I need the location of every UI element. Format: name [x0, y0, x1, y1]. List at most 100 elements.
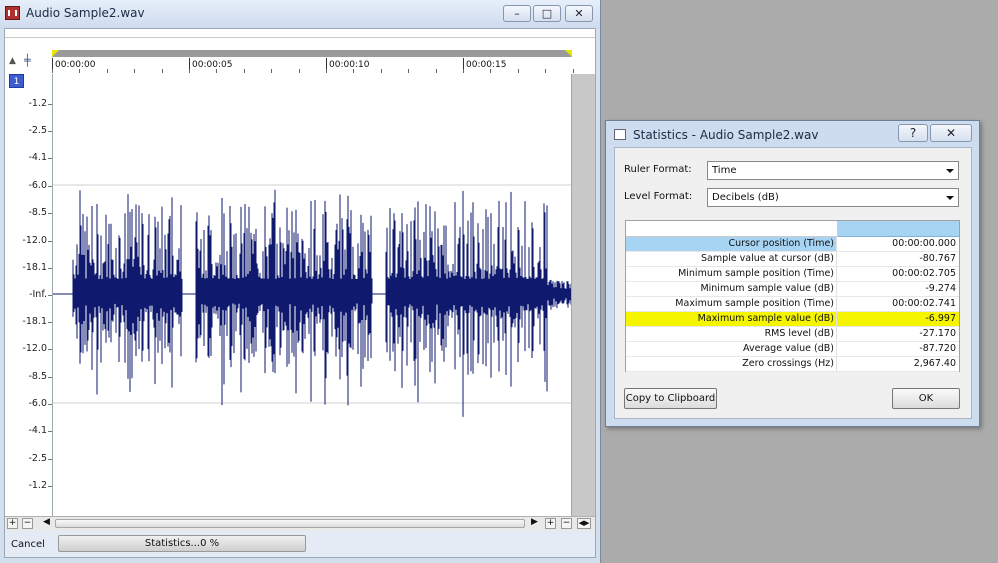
fit-button[interactable]: ◀▶ — [577, 518, 591, 529]
table-row[interactable]: Cursor position (Time) 00:00:00.000 — [626, 237, 959, 252]
level-label: -12.0 — [22, 235, 47, 246]
loop-start-marker[interactable] — [52, 50, 59, 57]
level-label: -4.1 — [28, 152, 47, 163]
level-label: -8.5 — [28, 207, 47, 218]
ruler-format-select[interactable]: Time — [707, 161, 959, 180]
level-label: -1.2 — [28, 480, 47, 491]
table-row[interactable]: Maximum sample value (dB) -6.997 — [626, 312, 959, 327]
close-button[interactable]: ✕ — [565, 5, 593, 22]
ruler-minor-tick — [298, 69, 300, 73]
level-label: -12.0 — [22, 343, 47, 354]
ruler-minor-tick — [408, 69, 410, 73]
statistics-progress-bar: Statistics...0 % — [58, 535, 306, 552]
ruler-tick-label: 00:00:15 — [463, 58, 506, 72]
level-label: -2.5 — [28, 453, 47, 464]
help-button[interactable]: ? — [898, 124, 928, 142]
level-label: -Inf. — [29, 289, 47, 300]
vertical-zoom-in-button[interactable]: + — [545, 518, 556, 529]
ruler-tick-label: 00:00:00 — [52, 58, 95, 72]
channel-number-badge[interactable]: 1 — [9, 74, 24, 88]
stat-label: Maximum sample position (Time) — [626, 297, 837, 311]
stat-label: Minimum sample position (Time) — [626, 267, 837, 281]
level-format-select[interactable]: Decibels (dB) — [707, 188, 959, 207]
column-header-statistic[interactable] — [626, 221, 838, 237]
stat-value: 2,967.40 — [913, 358, 956, 369]
table-row[interactable]: Zero crossings (Hz) 2,967.40 — [626, 357, 959, 372]
time-ruler[interactable]: 00:00:00 00:00:05 00:00:10 00:00:15 — [52, 58, 574, 73]
level-label: -1.2 — [28, 98, 47, 109]
table-row[interactable]: Average value (dB) -87.720 — [626, 342, 959, 357]
audio-file-icon — [5, 6, 20, 20]
lock-icon[interactable]: ▲ — [9, 56, 16, 66]
maximize-button[interactable]: □ — [533, 5, 561, 22]
level-format-label: Level Format: — [624, 191, 693, 202]
ruler-minor-tick — [79, 69, 81, 73]
ruler-tick-label: 00:00:10 — [326, 58, 369, 72]
ruler-minor-tick — [271, 69, 273, 73]
minimize-button[interactable]: – — [503, 5, 531, 22]
table-header — [626, 221, 959, 237]
stat-label: Minimum sample value (dB) — [626, 282, 837, 296]
time-selection-band[interactable] — [5, 29, 595, 49]
copy-to-clipboard-button[interactable]: Copy to Clipboard — [624, 388, 717, 409]
vertical-scroll-area[interactable] — [572, 74, 595, 516]
waveform-panel: ▲ ╪ 00:00:00 00:00:05 00:00:10 00:00:15 … — [4, 28, 596, 558]
zoom-out-button[interactable]: − — [22, 518, 33, 529]
stat-value: 00:00:02.705 — [892, 268, 956, 279]
ruler-minor-tick — [216, 69, 218, 73]
table-row[interactable]: Sample value at cursor (dB) -80.767 — [626, 252, 959, 267]
ruler-minor-tick — [189, 69, 190, 73]
scroll-right-arrow[interactable]: ▶ — [529, 518, 540, 529]
zoom-in-button[interactable]: + — [7, 518, 18, 529]
stat-label: RMS level (dB) — [626, 327, 837, 341]
table-row[interactable]: Maximum sample position (Time) 00:00:02.… — [626, 297, 959, 312]
stat-value: 00:00:00.000 — [892, 238, 956, 249]
ruler-minor-tick — [243, 69, 245, 73]
audio-file-window: Audio Sample2.wav – □ ✕ ▲ ╪ 00:00:00 00:… — [0, 0, 601, 563]
stat-value: 00:00:02.741 — [892, 298, 956, 309]
statistics-table: Cursor position (Time) 00:00:00.000 Samp… — [625, 220, 960, 372]
loop-end-marker[interactable] — [565, 50, 572, 57]
stat-label: Sample value at cursor (dB) — [626, 252, 837, 266]
ruler-format-value: Time — [712, 165, 737, 176]
ruler-minor-tick — [572, 69, 574, 73]
ok-button[interactable]: OK — [892, 388, 960, 409]
ruler-minor-tick — [490, 69, 492, 73]
cancel-button[interactable]: Cancel — [11, 539, 45, 550]
level-label: -18.1 — [22, 262, 47, 273]
ruler-minor-tick — [380, 69, 382, 73]
stat-value: -9.274 — [925, 283, 956, 294]
ruler-minor-tick — [161, 69, 163, 73]
waveform — [53, 184, 571, 417]
ruler-minor-tick — [517, 69, 519, 73]
ruler-minor-tick — [463, 69, 464, 73]
stat-label: Cursor position (Time) — [626, 237, 837, 251]
level-format-value: Decibels (dB) — [712, 192, 779, 203]
column-header-value[interactable] — [838, 221, 959, 237]
level-label: -6.0 — [28, 180, 47, 191]
ruler-minor-tick — [52, 69, 53, 73]
chevron-down-icon — [946, 196, 954, 200]
level-label: -6.0 — [28, 398, 47, 409]
snap-icon[interactable]: ╪ — [24, 54, 31, 67]
dialog-titlebar[interactable]: Statistics - Audio Sample2.wav ? ✕ — [606, 121, 979, 147]
table-row[interactable]: Minimum sample value (dB) -9.274 — [626, 282, 959, 297]
horizontal-scrollbar: + − ◀ ▶ + − ◀▶ — [5, 516, 595, 531]
waveform-canvas[interactable] — [52, 74, 572, 516]
table-row[interactable]: Minimum sample position (Time) 00:00:02.… — [626, 267, 959, 282]
stat-value: -87.720 — [919, 343, 956, 354]
statistics-dialog: Statistics - Audio Sample2.wav ? ✕ Ruler… — [605, 120, 980, 427]
dialog-close-button[interactable]: ✕ — [930, 124, 972, 142]
scroll-thumb[interactable] — [55, 519, 525, 528]
stat-label: Zero crossings (Hz) — [626, 357, 837, 371]
vertical-zoom-out-button[interactable]: − — [561, 518, 572, 529]
ruler-minor-tick — [353, 69, 355, 73]
stat-value: -6.997 — [925, 313, 956, 324]
scroll-left-arrow[interactable]: ◀ — [41, 518, 52, 529]
stat-value: -80.767 — [919, 253, 956, 264]
table-row[interactable]: RMS level (dB) -27.170 — [626, 327, 959, 342]
level-label: -18.1 — [22, 316, 47, 327]
overview-bar[interactable] — [52, 50, 572, 57]
waveform-trace — [72, 189, 571, 417]
window-titlebar[interactable]: Audio Sample2.wav – □ ✕ — [0, 0, 600, 28]
